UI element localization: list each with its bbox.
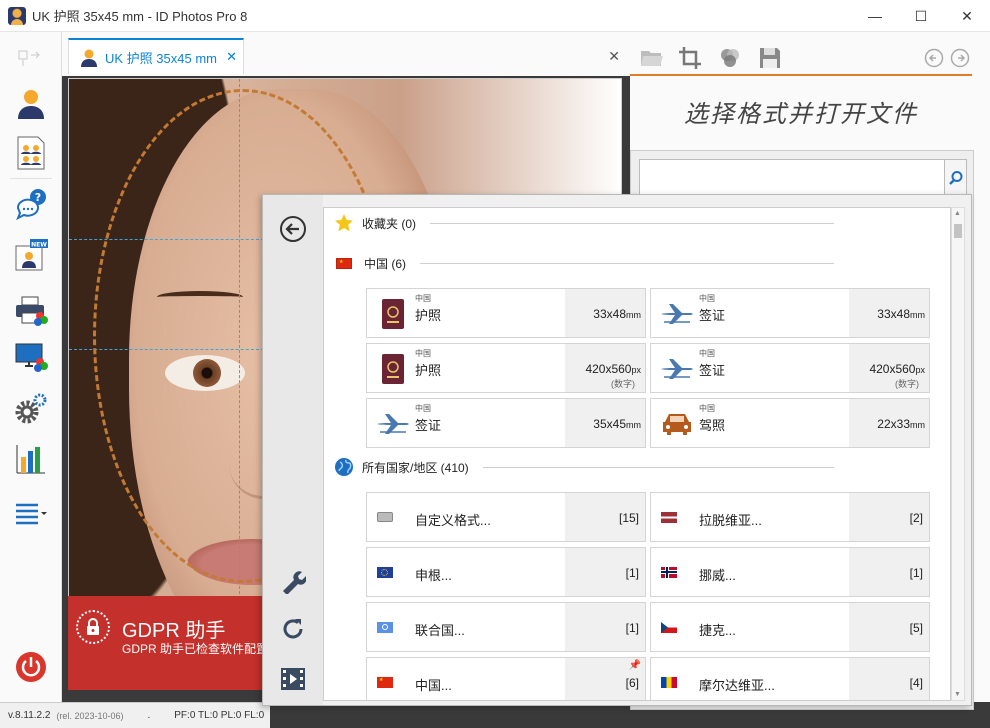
country-card-moldova[interactable]: 摩尔达维亚... [4]	[650, 657, 930, 700]
power-icon[interactable]	[14, 650, 48, 684]
globe-icon	[335, 458, 353, 476]
passport-icon	[375, 297, 411, 331]
dialog-sidebar	[263, 195, 323, 705]
refresh-icon[interactable]	[277, 613, 309, 645]
country-card-norway[interactable]: 挪威... [1]	[650, 547, 930, 597]
section-favorites[interactable]: 收藏夹 (0)	[334, 212, 934, 234]
title-bar: UK 护照 35x45 mm - ID Photos Pro 8 — ☐ ✕	[0, 0, 990, 32]
right-toolbar	[630, 40, 972, 76]
person-icon	[81, 49, 97, 67]
country-card-un[interactable]: 联合国... [1]	[366, 602, 646, 652]
format-card[interactable]: 中国 驾照 22x33mm	[650, 398, 930, 448]
lock-icon	[76, 610, 110, 644]
format-card[interactable]: 中国 护照 420x560px (数字)	[366, 343, 646, 393]
close-window-button[interactable]: ✕	[944, 0, 990, 32]
format-card[interactable]: 中国 签证 33x48mm	[650, 288, 930, 338]
latvia-flag-icon	[661, 510, 677, 524]
back-arrow-icon[interactable]	[920, 44, 948, 72]
passport-icon	[375, 352, 411, 386]
search-icon	[948, 171, 962, 185]
photo-sheet-icon[interactable]	[14, 136, 48, 170]
country-card-czech[interactable]: 捷克... [5]	[650, 602, 930, 652]
gdpr-banner[interactable]: GDPR 助手 GDPR 助手已检查软件配置	[68, 596, 268, 690]
settings-gear-icon[interactable]	[14, 392, 48, 426]
format-card[interactable]: 中国 签证 35x45mm	[366, 398, 646, 448]
custom-format-icon	[377, 510, 393, 524]
czech-flag-icon	[661, 620, 677, 634]
wrench-icon[interactable]	[277, 565, 309, 597]
section-all-countries[interactable]: 所有国家/地区 (410)	[334, 456, 934, 478]
un-flag-icon	[377, 620, 393, 634]
back-circle-icon[interactable]	[277, 213, 309, 245]
forward-arrow-icon[interactable]	[946, 44, 974, 72]
monitor-icon[interactable]	[14, 340, 48, 374]
format-chooser-dialog: 收藏夹 (0) ★ 中国 (6) 中国 护照 33x48mm 中国 签证 33x…	[262, 194, 972, 706]
airplane-icon	[659, 297, 695, 331]
left-toolbar: ? NEW	[0, 32, 62, 702]
panel-title: 选择格式并打开文件	[684, 100, 918, 128]
car-icon	[659, 407, 695, 441]
tab-strip: UK 护照 35x45 mm ✕ ✕	[62, 32, 630, 76]
add-tab-icon[interactable]	[14, 40, 48, 74]
star-icon	[335, 214, 353, 232]
airplane-icon	[375, 407, 411, 441]
format-card[interactable]: 中国 签证 420x560px (数字)	[650, 343, 930, 393]
norway-flag-icon	[661, 565, 677, 579]
menu-list-icon[interactable]	[14, 496, 48, 530]
status-bar: v.8.11.2.2 (rel. 2023-10-06) . PF:0 TL:0…	[0, 702, 270, 728]
status-flags: PF:0 TL:0 PL:0 FL:0	[174, 710, 265, 721]
single-photo-icon[interactable]	[14, 86, 48, 120]
print-icon[interactable]	[14, 294, 48, 328]
app-icon	[8, 6, 26, 25]
format-list: 收藏夹 (0) ★ 中国 (6) 中国 护照 33x48mm 中国 签证 33x…	[323, 207, 951, 701]
close-all-tabs-icon[interactable]: ✕	[608, 48, 620, 65]
crop-icon[interactable]	[676, 44, 704, 72]
version-label: v.8.11.2.2	[8, 710, 51, 721]
video-tutorial-icon[interactable]	[277, 663, 309, 695]
china-flag-icon: ★	[336, 257, 352, 269]
status-dot: .	[147, 710, 151, 721]
save-icon[interactable]	[756, 44, 784, 72]
eu-flag-icon	[377, 565, 393, 579]
format-list-scrollbar[interactable]: ▲ ▼	[951, 207, 965, 701]
country-card-china[interactable]: ★ 中国... 📌 [6]	[366, 657, 646, 700]
section-china[interactable]: ★ 中国 (6)	[334, 252, 934, 274]
color-adjust-icon[interactable]	[716, 44, 744, 72]
country-card-custom[interactable]: 自定义格式... [15]	[366, 492, 646, 542]
country-card-latvia[interactable]: 拉脱维亚... [2]	[650, 492, 930, 542]
tab-label: UK 护照 35x45 mm	[105, 50, 217, 66]
open-folder-icon[interactable]	[638, 44, 666, 72]
moldova-flag-icon	[661, 675, 677, 689]
search-button[interactable]	[945, 159, 967, 197]
new-feature-icon[interactable]: NEW	[14, 238, 48, 272]
china-flag-icon: ★	[377, 675, 393, 689]
minimize-button[interactable]: —	[852, 0, 898, 32]
country-card-schengen[interactable]: 申根... [1]	[366, 547, 646, 597]
format-search-input[interactable]	[639, 159, 945, 197]
scrollbar-thumb[interactable]	[954, 224, 962, 238]
svg-text:NEW: NEW	[31, 242, 47, 249]
tab-uk-passport[interactable]: UK 护照 35x45 mm ✕	[68, 38, 244, 74]
window-title: UK 护照 35x45 mm - ID Photos Pro 8	[32, 9, 248, 24]
pin-icon: 📌	[628, 660, 641, 671]
format-card[interactable]: 中国 护照 33x48mm	[366, 288, 646, 338]
tab-close-icon[interactable]: ✕	[226, 49, 237, 65]
airplane-icon	[659, 352, 695, 386]
release-date: (rel. 2023-10-06)	[56, 710, 124, 721]
gdpr-subtitle: GDPR 助手已检查软件配置	[122, 642, 268, 656]
maximize-button[interactable]: ☐	[898, 0, 944, 32]
gdpr-title: GDPR 助手	[122, 620, 226, 642]
statistics-chart-icon[interactable]	[14, 442, 48, 476]
help-chat-icon[interactable]: ?	[14, 188, 48, 222]
